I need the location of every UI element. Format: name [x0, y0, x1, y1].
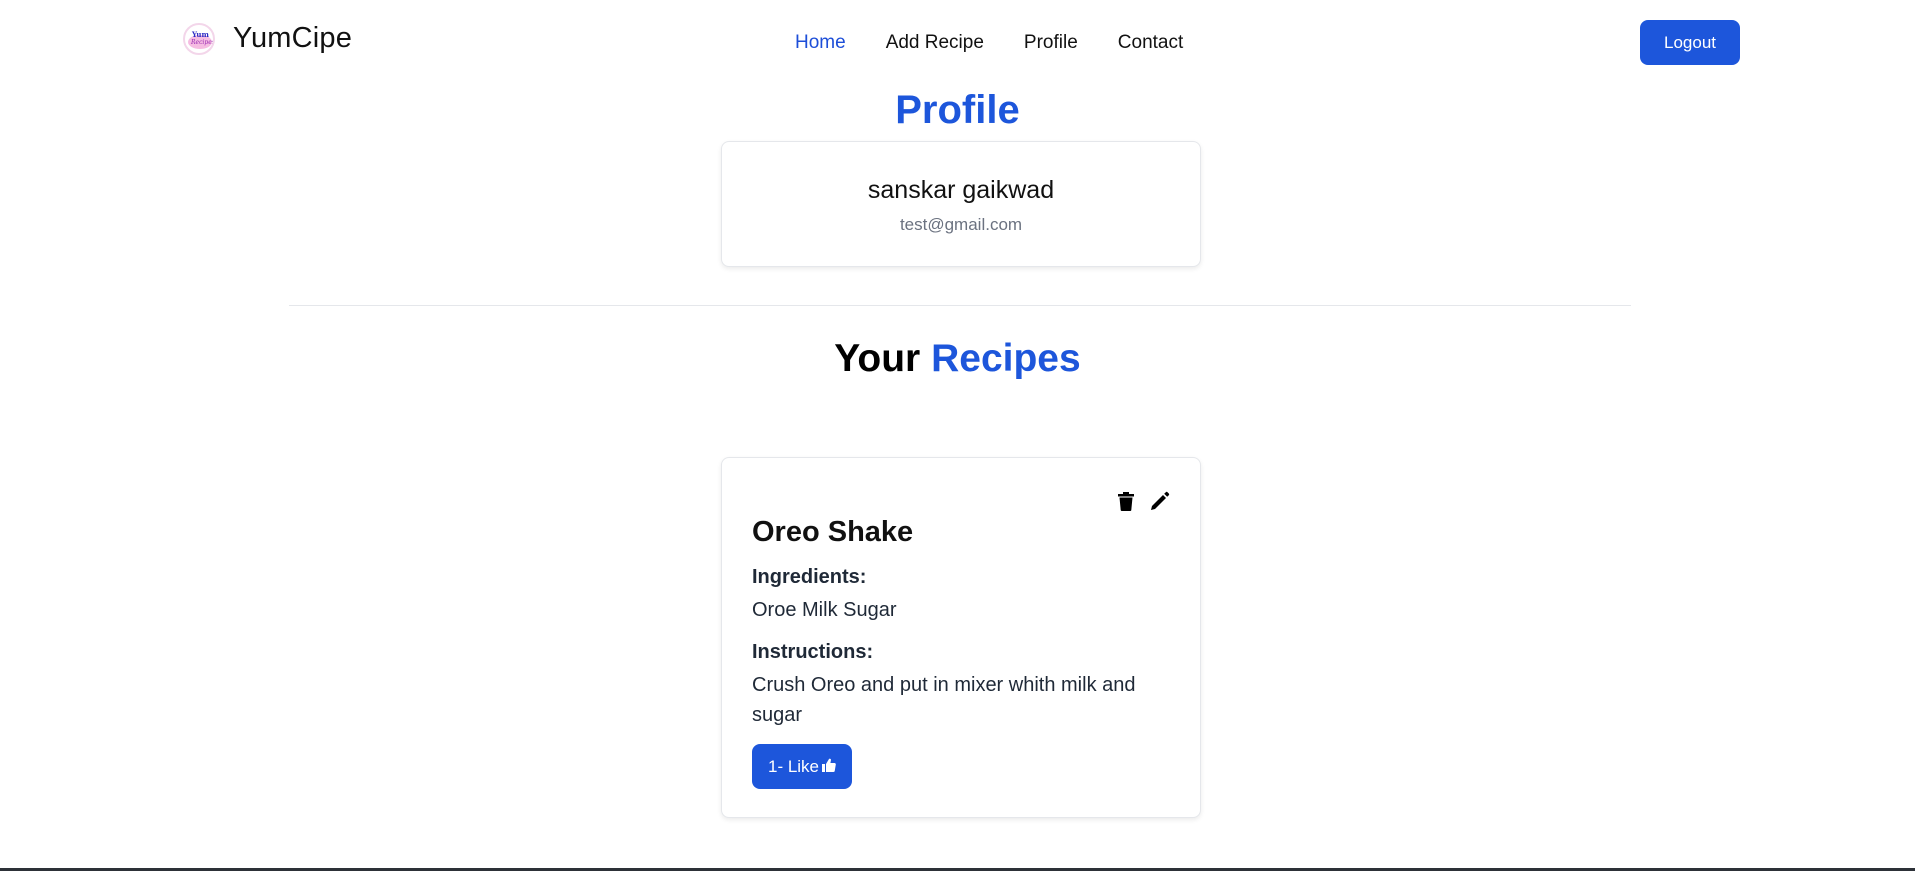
nav-link-home[interactable]: Home	[795, 32, 846, 54]
instructions-label: Instructions:	[752, 641, 874, 663]
nav-link-contact[interactable]: Contact	[1118, 32, 1183, 54]
profile-title: Profile	[895, 88, 1020, 132]
section-divider	[289, 305, 1631, 306]
recipes-title-accent: Recipes	[931, 337, 1081, 380]
like-label: 1- Like	[767, 756, 820, 776]
instructions-value: Crush Oreo and put in mixer whith milk a…	[752, 674, 1136, 726]
logo-icon: Yum Recipes	[183, 22, 215, 55]
navbar: Yum Recipes YumCipe Home Add Recipe Prof…	[0, 0, 1915, 88]
nav-link-add-recipe[interactable]: Add Recipe	[886, 32, 984, 54]
trash-icon[interactable]	[1116, 490, 1136, 512]
ingredients-value: Oroe Milk Sugar	[752, 599, 897, 621]
logout-button[interactable]: Logout	[1640, 20, 1740, 65]
recipe-card: Oreo Shake Ingredients: Oroe Milk Sugar …	[721, 457, 1201, 818]
profile-card: sanskar gaikwad test@gmail.com	[721, 141, 1201, 267]
brand-link[interactable]: Yum Recipes YumCipe	[183, 22, 352, 55]
like-button[interactable]: 1- Like	[752, 744, 852, 789]
ingredients-label: Ingredients:	[752, 566, 867, 588]
recipes-title-prefix: Your	[834, 337, 921, 380]
profile-email: test@gmail.com	[899, 215, 1023, 234]
recipe-actions	[1116, 490, 1170, 512]
brand-name: YumCipe	[233, 22, 353, 54]
nav-link-profile[interactable]: Profile	[1024, 32, 1078, 54]
thumbs-up-icon	[822, 757, 836, 777]
nav-links: Home Add Recipe Profile Contact	[795, 32, 1183, 54]
pencil-icon[interactable]	[1150, 490, 1170, 512]
recipes-title: Your Recipes	[0, 337, 1915, 381]
profile-name: sanskar gaikwad	[867, 176, 1055, 204]
recipe-title: Oreo Shake	[752, 516, 914, 548]
